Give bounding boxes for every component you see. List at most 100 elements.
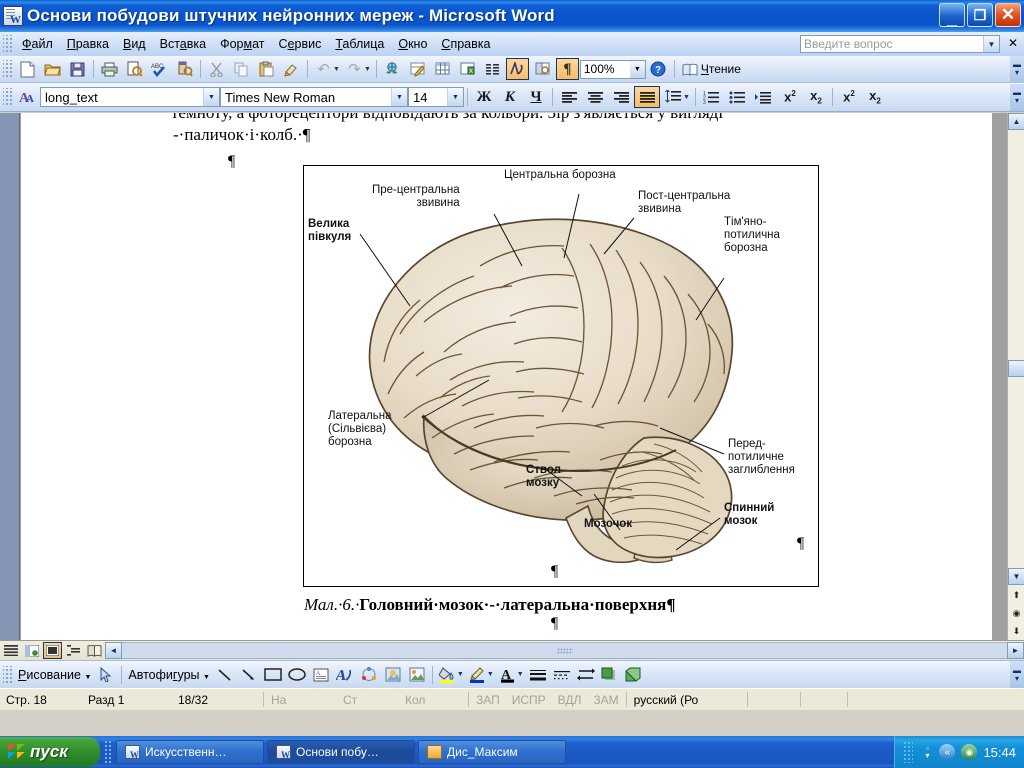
close-icon[interactable]: ✕ xyxy=(1008,36,1018,50)
drawing-menu-button[interactable]: Рисование ▼ xyxy=(15,668,94,682)
scroll-down-arrow-icon[interactable]: ▼ xyxy=(1008,568,1024,585)
oval-icon[interactable] xyxy=(285,663,309,686)
tray-overflow-icon[interactable]: ▫ ▾ xyxy=(921,742,933,762)
print-icon[interactable] xyxy=(98,58,121,80)
scroll-right-arrow-icon[interactable]: ► xyxy=(1007,642,1024,659)
toolbar-options-button[interactable]: ▬ ▾ xyxy=(1010,55,1024,83)
styles-and-formatting-icon[interactable]: AA xyxy=(16,86,39,108)
undo-icon[interactable]: ↶ xyxy=(312,58,335,80)
chevron-down-icon[interactable]: ▼ xyxy=(983,36,999,52)
taskbar-item-folder[interactable]: Дис_Максим xyxy=(418,740,566,764)
shadow-style-icon[interactable] xyxy=(598,663,622,686)
drawing-toolbar-grip[interactable] xyxy=(3,665,12,684)
ask-a-question-box[interactable]: Введите вопрос ▼ xyxy=(800,35,1000,53)
chevron-down-icon[interactable]: ▼ xyxy=(447,88,463,106)
menu-item-format[interactable]: Формат xyxy=(213,35,271,53)
hyperlink-icon[interactable] xyxy=(381,58,404,80)
bold-button[interactable]: Ж xyxy=(471,86,497,108)
taskbar-item-word-1[interactable]: Искусственн… xyxy=(116,740,264,764)
style-combobox[interactable]: long_text ▼ xyxy=(40,87,220,107)
previous-page-icon[interactable]: ⬆ xyxy=(1008,586,1024,604)
reading-layout-button[interactable]: Чтение xyxy=(678,62,745,76)
insert-excel-sheet-icon[interactable]: X xyxy=(456,58,479,80)
outline-view-button[interactable] xyxy=(64,642,83,659)
line-style-icon[interactable] xyxy=(526,663,550,686)
menu-item-window[interactable]: Окно xyxy=(391,35,434,53)
status-rec[interactable]: ЗАП xyxy=(470,693,506,707)
tray-grip[interactable] xyxy=(903,741,914,763)
align-justify-button[interactable] xyxy=(634,86,660,108)
tables-and-borders-icon[interactable] xyxy=(406,58,429,80)
network-icon[interactable]: ◉ xyxy=(961,744,978,760)
menu-item-tools[interactable]: Сервис xyxy=(272,35,329,53)
open-folder-icon[interactable] xyxy=(41,58,64,80)
status-ovr[interactable]: ЗАМ xyxy=(587,693,624,707)
autoshapes-menu-button[interactable]: Автофигуры ▼ xyxy=(125,668,213,682)
taskbar-item-word-2[interactable]: Основи побу… xyxy=(267,740,415,764)
dash-style-icon[interactable] xyxy=(550,663,574,686)
status-language[interactable]: русский (Ро xyxy=(628,693,746,707)
paste-icon[interactable] xyxy=(255,58,278,80)
align-left-button[interactable] xyxy=(556,86,582,108)
print-layout-view-button[interactable] xyxy=(43,642,62,659)
research-icon[interactable] xyxy=(173,58,196,80)
menu-item-table[interactable]: Таблица xyxy=(328,35,391,53)
spellcheck-icon[interactable]: ABC xyxy=(148,58,171,80)
drawing-toolbar-options-button[interactable]: ▬ ▾ xyxy=(1010,661,1024,688)
cut-scissors-icon[interactable] xyxy=(205,58,228,80)
document-page[interactable]: темноту, а фоторецептори відповідають за… xyxy=(21,113,992,640)
status-trk[interactable]: ИСПР xyxy=(506,693,552,707)
status-ext[interactable]: ВДЛ xyxy=(552,693,588,707)
formatting-toolbar-grip[interactable] xyxy=(3,88,12,106)
taskbar-grip[interactable] xyxy=(104,740,112,764)
save-icon[interactable] xyxy=(66,58,89,80)
subscript-button[interactable]: x2 xyxy=(803,86,829,108)
close-button[interactable]: ✕ xyxy=(995,3,1021,27)
arrow-style-icon[interactable] xyxy=(574,663,598,686)
formatting-toolbar-options-button[interactable]: ▬ ▾ xyxy=(1010,83,1024,111)
chevron-down-icon[interactable]: ▼ xyxy=(683,94,690,101)
horizontal-scrollbar-track[interactable] xyxy=(122,642,1007,659)
menu-item-view[interactable]: Вид xyxy=(116,35,153,53)
chevron-down-icon[interactable]: ▼ xyxy=(203,88,219,106)
vertical-scrollbar[interactable]: ▲ ▼ ⬆ ◉ ⬇ xyxy=(1007,113,1024,640)
font-color-icon[interactable]: A xyxy=(496,663,520,686)
scroll-left-arrow-icon[interactable]: ◄ xyxy=(105,642,122,659)
rectangle-icon[interactable] xyxy=(261,663,285,686)
show-hidden-icons-button[interactable]: « xyxy=(939,744,956,760)
bullets-button[interactable] xyxy=(725,86,751,108)
numbering-button[interactable]: 123 xyxy=(699,86,725,108)
next-page-icon[interactable]: ⬇ xyxy=(1008,622,1024,640)
superscript-alt-button[interactable]: x2 xyxy=(836,86,862,108)
menu-item-file[interactable]: Файл xyxy=(15,35,60,53)
align-center-button[interactable] xyxy=(582,86,608,108)
arrow-icon[interactable] xyxy=(237,663,261,686)
font-combobox[interactable]: Times New Roman ▼ xyxy=(220,87,408,107)
chevron-down-icon[interactable]: ▼ xyxy=(629,60,645,78)
diagram-icon[interactable] xyxy=(357,663,381,686)
minimize-button[interactable]: _ xyxy=(939,3,965,27)
select-objects-icon[interactable] xyxy=(94,663,118,686)
menu-item-edit[interactable]: Правка xyxy=(60,35,116,53)
chevron-down-icon[interactable]: ▼ xyxy=(391,88,407,106)
line-color-icon[interactable] xyxy=(466,663,490,686)
brain-lateral-surface-diagram[interactable]: Велика півкуля Пре-центральна звивина Цент… xyxy=(303,165,819,587)
insert-picture-icon[interactable] xyxy=(405,663,429,686)
menu-bar-grip[interactable] xyxy=(3,35,12,53)
document-map-icon[interactable] xyxy=(531,58,554,80)
standard-toolbar-grip[interactable] xyxy=(3,60,12,78)
copy-icon[interactable] xyxy=(230,58,253,80)
font-size-combobox[interactable]: 14 ▼ xyxy=(408,87,464,107)
insert-table-icon[interactable] xyxy=(431,58,454,80)
superscript-button[interactable]: x2 xyxy=(777,86,803,108)
text-box-icon[interactable]: A xyxy=(309,663,333,686)
zoom-combobox[interactable]: 100% ▼ xyxy=(579,59,646,79)
align-right-button[interactable] xyxy=(608,86,634,108)
normal-view-button[interactable] xyxy=(1,642,20,659)
italic-button[interactable]: К xyxy=(497,86,523,108)
scroll-up-arrow-icon[interactable]: ▲ xyxy=(1008,113,1024,130)
new-document-icon[interactable] xyxy=(16,58,39,80)
increase-indent-button[interactable] xyxy=(751,86,777,108)
format-painter-icon[interactable] xyxy=(280,58,303,80)
underline-button[interactable]: Ч xyxy=(523,86,549,108)
